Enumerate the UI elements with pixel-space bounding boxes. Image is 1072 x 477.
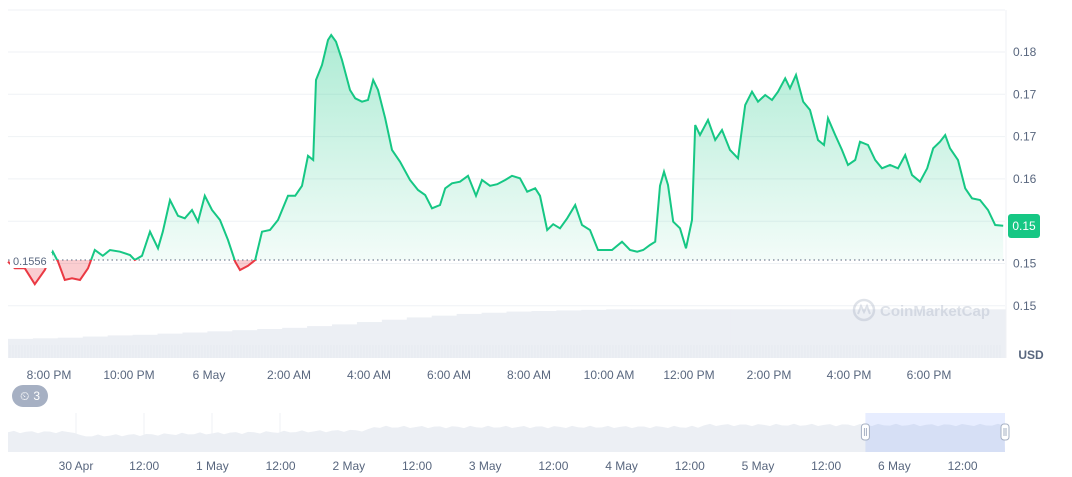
y-tick-label: 0.17 [1013,87,1037,101]
current-price-badge: 0.15 [1008,214,1040,238]
volume-bar [332,324,358,358]
navigator-handle-left[interactable] [860,423,870,441]
volume-bar [381,319,408,358]
volume-bar [107,335,134,358]
svg-text:0.15: 0.15 [1012,219,1036,233]
volume-bar [506,311,532,358]
price-chart[interactable]: CoinMarketCap 0.1556 0.18 0.17 0.17 0.16 0.1… [0,0,1072,477]
navigator-label: 2 May [332,459,365,473]
x-axis: 8:00 PM 10:00 PM 6 May 2:00 AM 4:00 AM 6:00 A… [27,368,952,382]
y-tick-label: 0.15 [1013,299,1037,313]
history-count: 3 [33,389,41,403]
navigator-label: 3 May [469,459,502,473]
volume-bar [481,312,507,358]
navigator-label: 12:00 [538,459,568,473]
volume-bar [830,309,856,358]
navigator-label: 5 May [742,459,775,473]
navigator-label: 12:00 [675,459,705,473]
navigator-label: 1 May [196,459,229,473]
volume-bar [8,338,34,358]
navigator-label: 12:00 [811,459,841,473]
navigator-label: 12:00 [266,459,296,473]
volume-bar [755,309,782,358]
volume-bar [705,309,732,358]
volume-bar [556,310,582,358]
y-tick-label: 0.16 [1013,172,1037,186]
history-badge[interactable]: ⏲ 3 [12,385,48,407]
chart-svg: CoinMarketCap 0.1556 0.180.170.170.160.1… [7,9,1044,473]
y-tick-label: 0.18 [1013,45,1037,59]
svg-text:CoinMarketCap: CoinMarketCap [880,303,990,320]
volume-bar [82,336,109,358]
navigator-handle-right[interactable] [1000,423,1010,441]
baseline-label: 0.1556 [10,253,52,268]
navigator-label: 30 Apr [59,459,94,473]
x-tick-label: 8:00 PM [27,368,72,382]
volume-bar [182,332,208,358]
navigator-label: 12:00 [948,459,978,473]
volume-bar [805,309,832,358]
y-tick-label: 0.15 [1013,257,1037,271]
volume-bar [406,317,433,358]
volume-bar [431,315,458,358]
x-tick-label: 8:00 AM [507,368,551,382]
x-tick-label: 6:00 AM [427,368,471,382]
navigator-label: 6 May [878,459,911,473]
y-axis: 0.18 0.17 0.17 0.16 0.15 0.15 0.15 [1013,45,1037,313]
x-tick-label: 10:00 AM [584,368,635,382]
navigator-selection[interactable] [865,413,1005,452]
x-tick-label: 6:00 PM [907,368,952,382]
currency-label: USD [1018,348,1044,362]
x-tick-label: 4:00 PM [827,368,872,382]
x-tick-label: 2:00 PM [747,368,792,382]
volume-bar [57,337,84,358]
volume-bar [157,333,183,358]
navigator-label: 4 May [605,459,638,473]
x-tick-label: 12:00 PM [663,368,714,382]
volume-bar [730,309,757,358]
x-tick-label: 10:00 PM [103,368,154,382]
volume-bar [257,329,283,358]
navigator-label: 12:00 [129,459,159,473]
volume-bar [581,309,607,358]
x-tick-label: 4:00 AM [347,368,391,382]
y-tick-label: 0.17 [1013,130,1037,144]
navigator-label: 12:00 [402,459,432,473]
volume-bar [232,330,258,358]
navigator[interactable]: 30 Apr 12:00 1 May 12:00 2 May 12:00 3 May 12:0… [8,413,1010,473]
volume-bar [307,326,333,358]
x-tick-label: 6 May [193,368,226,382]
volume-bar [631,309,657,358]
svg-text:0.1556: 0.1556 [13,256,47,268]
x-tick-label: 2:00 AM [267,368,311,382]
history-clock-icon: ⏲ [19,388,30,403]
volume-bar [656,309,682,358]
